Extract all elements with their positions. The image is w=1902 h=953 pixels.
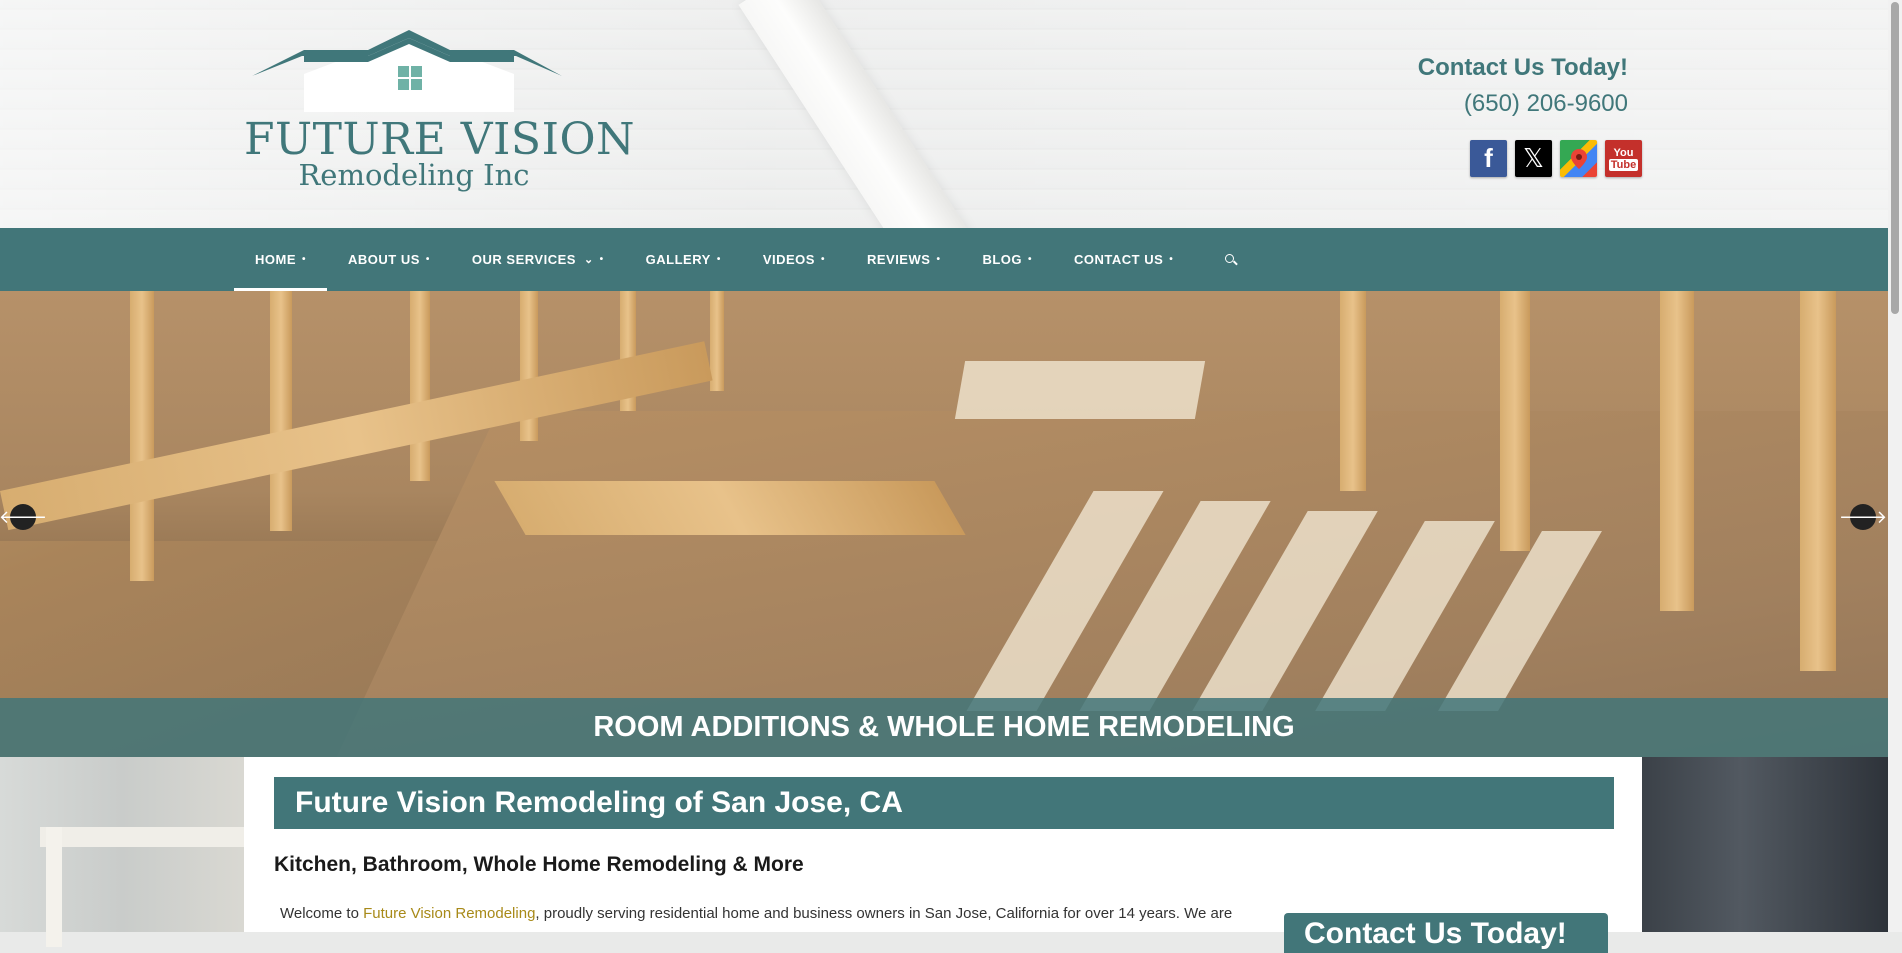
facebook-icon[interactable]: f — [1470, 140, 1507, 177]
nav-item-gallery[interactable]: GALLERY • — [625, 228, 742, 291]
nav-dot: • — [716, 254, 721, 265]
main-navigation: HOME • ABOUT US • OUR SERVICES ⌄ • GALLERY… — [0, 228, 1888, 291]
contact-title: Contact Us Today! — [1417, 54, 1628, 81]
nav-dot: • — [820, 254, 825, 265]
intro-company-link[interactable]: Future Vision Remodeling — [363, 905, 535, 922]
nav-dot: • — [599, 254, 604, 265]
nav-item-reviews[interactable]: REVIEWS • — [846, 228, 961, 291]
nav-item-home[interactable]: HOME • — [234, 228, 328, 291]
nav-item-label: VIDEOS — [762, 252, 815, 267]
nav-dot: • — [1169, 254, 1174, 265]
nav-item-label: GALLERY — [645, 252, 711, 267]
nav-item-label: ABOUT US — [348, 252, 420, 267]
background-image-left — [0, 757, 260, 947]
hero-image-stud — [130, 291, 154, 581]
page-scrollbar[interactable] — [1888, 0, 1902, 932]
hero-image-stud — [1800, 291, 1836, 671]
logo-subtitle: Remodeling Inc — [298, 158, 530, 192]
nav-dot: • — [936, 254, 941, 265]
hero-image-stud — [710, 291, 724, 391]
nav-item-contact-us[interactable]: CONTACT US • — [1053, 228, 1194, 291]
decorative-plank — [738, 0, 972, 228]
nav-item-label: OUR SERVICES — [471, 252, 576, 267]
nav-item-our-services[interactable]: OUR SERVICES ⌄ • — [451, 228, 625, 291]
nav-item-label: REVIEWS — [866, 252, 931, 267]
nav-dot: • — [425, 254, 430, 265]
house-logo-icon — [252, 30, 562, 112]
page-subtitle: Kitchen, Bathroom, Whole Home Remodeling… — [274, 853, 804, 876]
intro-paragraph: Welcome to Future Vision Remodeling, pro… — [280, 905, 1232, 922]
site-logo[interactable]: FUTURE VISION Remodeling Inc — [244, 28, 635, 198]
hero-image-stud — [1660, 291, 1694, 611]
nav-item-about-us[interactable]: ABOUT US • — [327, 228, 451, 291]
nav-item-label: HOME — [255, 252, 296, 267]
social-links: f 𝕏 You Tube — [1470, 140, 1642, 177]
sidebar-contact-box-title: Contact Us Today! — [1284, 913, 1608, 953]
youtube-icon[interactable]: You Tube — [1605, 140, 1642, 177]
youtube-icon-text-top: You — [1613, 146, 1634, 159]
chevron-down-icon: ⌄ — [583, 254, 594, 266]
site-header: FUTURE VISION Remodeling Inc Contact Us … — [0, 0, 1888, 228]
hero-image-stud — [270, 291, 292, 531]
search-icon — [1225, 254, 1236, 265]
map-pin-icon — [1570, 148, 1587, 169]
nav-item-blog[interactable]: BLOG • — [961, 228, 1053, 291]
nav-item-videos[interactable]: VIDEOS • — [742, 228, 846, 291]
background-image-right — [1642, 757, 1888, 932]
hero-slider: 🡐 🡒 ROOM ADDITIONS & WHOLE HOME REMODELI… — [0, 291, 1888, 757]
hero-image-beam — [494, 481, 966, 535]
background-post — [46, 827, 62, 947]
nav-search-button[interactable] — [1194, 228, 1257, 291]
google-maps-icon[interactable] — [1560, 140, 1597, 177]
slider-prev-button[interactable]: 🡐 — [0, 504, 47, 530]
hero-image-stud — [410, 291, 430, 481]
hero-image-light — [954, 361, 1206, 419]
hero-image-stud — [1500, 291, 1530, 551]
slide-caption: ROOM ADDITIONS & WHOLE HOME REMODELING — [0, 698, 1888, 757]
intro-text-suffix: , proudly serving residential home and b… — [535, 905, 1233, 922]
scrollbar-thumb[interactable] — [1891, 2, 1899, 314]
intro-text-prefix: Welcome to — [280, 905, 364, 922]
slider-next-button[interactable]: 🡒 — [1839, 504, 1887, 530]
x-twitter-icon[interactable]: 𝕏 — [1515, 140, 1552, 177]
youtube-icon-text-bottom: Tube — [1608, 158, 1639, 171]
page-title: Future Vision Remodeling of San Jose, CA — [274, 777, 1614, 829]
header-contact: Contact Us Today! (650) 206-9600 — [1418, 54, 1628, 118]
nav-item-label: CONTACT US — [1074, 252, 1164, 267]
background-rail — [40, 827, 260, 847]
nav-dot: • — [302, 254, 307, 265]
main-content: Future Vision Remodeling of San Jose, CA… — [244, 757, 1642, 953]
nav-item-label: BLOG — [982, 252, 1023, 267]
hero-image-stud — [1340, 291, 1366, 491]
nav-dot: • — [1028, 254, 1033, 265]
contact-phone-link[interactable]: (650) 206-9600 — [1418, 90, 1628, 118]
